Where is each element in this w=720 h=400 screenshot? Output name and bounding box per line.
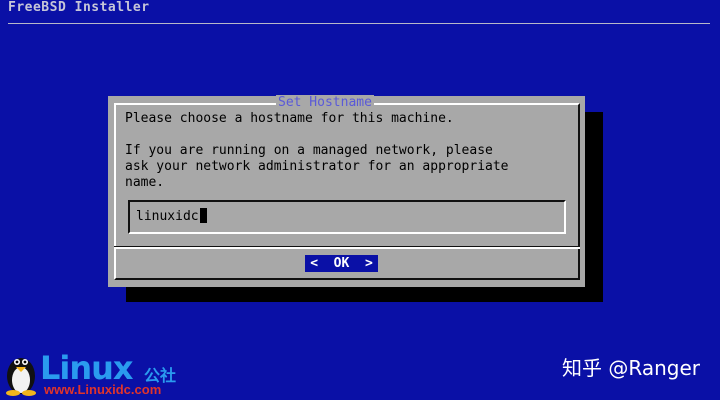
zhihu-watermark: 知乎 @Ranger (562, 356, 700, 380)
logo-url: www.Linuxidc.com (44, 382, 162, 397)
text-cursor (199, 208, 207, 223)
hostname-text: linuxidc (136, 209, 199, 224)
set-hostname-dialog: Set Hostname Please choose a hostname fo… (108, 95, 585, 287)
ok-button[interactable]: < OK > (305, 255, 378, 272)
dialog-message: Please choose a hostname for this machin… (125, 111, 509, 190)
title-underline (8, 23, 710, 24)
hostname-input-value: linuxidc (136, 208, 207, 225)
installer-title: FreeBSD Installer (8, 0, 150, 15)
button-separator (114, 246, 580, 249)
dialog-title: Set Hostname (276, 95, 374, 110)
hostname-input[interactable]: linuxidc (128, 200, 566, 234)
tux-penguin-icon (6, 358, 36, 396)
linux-community-logo: Linux 公社 www.Linuxidc.com (4, 350, 184, 398)
logo-wordmark: Linux (40, 349, 134, 387)
